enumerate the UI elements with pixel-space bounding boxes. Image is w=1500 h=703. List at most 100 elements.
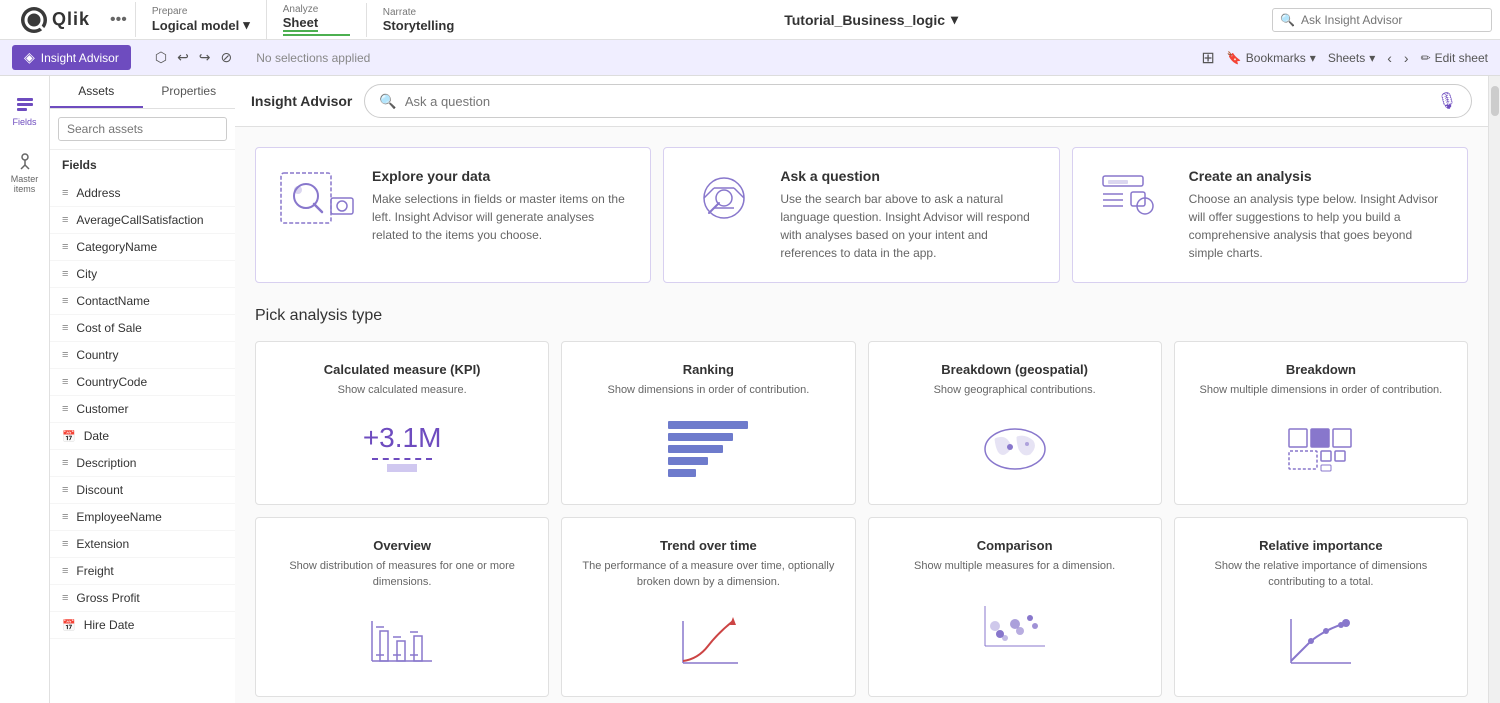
analysis-kpi[interactable]: Calculated measure (KPI) Show calculated…	[255, 341, 549, 505]
field-item-name: Description	[76, 456, 136, 470]
ranking-bar-2	[668, 433, 733, 441]
qlik-logo: Qlik	[8, 6, 102, 34]
text-field-icon: ≡	[62, 565, 68, 577]
field-item-name: Freight	[76, 564, 113, 578]
nav-analyze[interactable]: Analyze Sheet	[266, 0, 366, 40]
text-field-icon: ≡	[62, 268, 68, 280]
field-item[interactable]: ≡CategoryName	[50, 234, 235, 261]
create-analysis-card: Create an analysis Choose an analysis ty…	[1072, 147, 1468, 283]
no-selections-text: No selections applied	[256, 51, 370, 65]
field-item-name: Customer	[76, 402, 128, 416]
search-bar-icon: 🔍	[379, 93, 396, 110]
kpi-value: +3.1M	[363, 422, 442, 454]
selection-back-icon[interactable]: ⬡	[155, 49, 167, 66]
text-field-icon: ≡	[62, 511, 68, 523]
search-assets-input[interactable]	[58, 117, 227, 141]
field-item-name: Country	[76, 348, 118, 362]
properties-tab[interactable]: Properties	[143, 76, 236, 108]
field-item[interactable]: ≡Country	[50, 342, 235, 369]
mic-icon[interactable]: 🎙	[1437, 91, 1457, 111]
insight-header: Insight Advisor 🔍 🎙	[235, 76, 1488, 127]
analysis-trend[interactable]: Trend over time The performance of a mea…	[561, 517, 855, 697]
field-item-name: Address	[76, 186, 120, 200]
field-item[interactable]: ≡City	[50, 261, 235, 288]
field-item[interactable]: 📅Date	[50, 423, 235, 450]
app-title-dropdown-icon[interactable]: ▾	[951, 11, 958, 28]
bookmarks-dropdown-icon: ▾	[1310, 51, 1316, 65]
field-item[interactable]: ≡Cost of Sale	[50, 315, 235, 342]
bookmarks-button[interactable]: 🔖 Bookmarks ▾	[1227, 51, 1316, 65]
geo-desc: Show geographical contributions.	[885, 383, 1145, 398]
nav-narrate[interactable]: Narrate Storytelling	[366, 3, 471, 37]
breakdown-visual	[1191, 414, 1451, 484]
sheets-dropdown-icon: ▾	[1369, 51, 1375, 65]
text-field-icon: ≡	[62, 241, 68, 253]
ranking-bar-4	[668, 457, 708, 465]
field-item-name: AverageCallSatisfaction	[76, 213, 203, 227]
field-item[interactable]: ≡ EmployeeName	[50, 504, 235, 531]
create-desc: Choose an analysis type below. Insight A…	[1189, 190, 1447, 262]
field-item[interactable]: ≡Extension	[50, 531, 235, 558]
field-item-name: EmployeeName	[76, 510, 161, 524]
master-items-nav-item[interactable]: Master items	[0, 141, 50, 204]
ask-question-input[interactable]	[405, 94, 1429, 109]
redo-icon[interactable]: ↪	[199, 49, 211, 66]
sheets-button[interactable]: Sheets ▾	[1328, 51, 1375, 65]
field-item[interactable]: ≡Discount	[50, 477, 235, 504]
prev-sheet-icon[interactable]: ‹	[1387, 50, 1392, 66]
comparison-visual	[885, 591, 1145, 661]
overview-desc: Show distribution of measures for one or…	[272, 559, 532, 590]
analysis-overview[interactable]: Overview Show distribution of measures f…	[255, 517, 549, 697]
ranking-title: Ranking	[578, 362, 838, 377]
fields-header: Fields	[50, 150, 235, 180]
relative-svg	[1281, 611, 1361, 671]
nav-dots[interactable]: •••	[102, 11, 135, 29]
search-advisor-input[interactable]	[1272, 8, 1492, 32]
field-item[interactable]: ≡Gross Profit	[50, 585, 235, 612]
analysis-geo[interactable]: Breakdown (geospatial) Show geographical…	[868, 341, 1162, 505]
overview-svg	[362, 611, 442, 671]
nav-narrate-value: Storytelling	[383, 18, 455, 33]
fields-nav-item[interactable]: Fields	[0, 84, 50, 137]
analysis-breakdown[interactable]: Breakdown Show multiple dimensions in or…	[1174, 341, 1468, 505]
field-item-name: ContactName	[76, 294, 149, 308]
undo-icon[interactable]: ↩	[177, 49, 189, 66]
analysis-relative[interactable]: Relative importance Show the relative im…	[1174, 517, 1468, 697]
main-layout: Fields Master items Assets Properties	[0, 76, 1500, 703]
ask-title: Ask a question	[780, 168, 1038, 184]
assets-tab[interactable]: Assets	[50, 76, 143, 108]
toolbar: ◈ Insight Advisor ⬡ ↩ ↪ ⊘ No selections …	[0, 40, 1500, 76]
field-item-name: Discount	[76, 483, 123, 497]
field-item[interactable]: ≡Description	[50, 450, 235, 477]
nav-prepare[interactable]: Prepare Logical model ▾	[135, 2, 266, 37]
field-item[interactable]: ≡Customer	[50, 396, 235, 423]
field-item[interactable]: ≡AverageCallSatisfaction	[50, 207, 235, 234]
ask-desc: Use the search bar above to ask a natura…	[780, 190, 1038, 262]
explore-card-text: Explore your data Make selections in fie…	[372, 168, 630, 244]
right-scrollbar[interactable]	[1488, 76, 1500, 703]
analysis-ranking[interactable]: Ranking Show dimensions in order of cont…	[561, 341, 855, 505]
date-field-icon: 📅	[62, 430, 76, 443]
next-sheet-icon[interactable]: ›	[1404, 50, 1409, 66]
explore-title: Explore your data	[372, 168, 630, 184]
field-item[interactable]: ≡CountryCode	[50, 369, 235, 396]
field-item[interactable]: ≡Address	[50, 180, 235, 207]
field-item[interactable]: ≡ContactName	[50, 288, 235, 315]
insight-advisor-icon: ◈	[24, 49, 35, 66]
edit-sheet-button[interactable]: ✏ Edit sheet	[1421, 51, 1488, 65]
clear-selections-icon[interactable]: ⊘	[221, 49, 233, 66]
ask-question-bar: 🔍 🎙	[364, 84, 1472, 118]
field-item[interactable]: ≡ Freight	[50, 558, 235, 585]
insight-advisor-button[interactable]: ◈ Insight Advisor	[12, 45, 131, 70]
analysis-comparison[interactable]: Comparison Show multiple measures for a …	[868, 517, 1162, 697]
kpi-title: Calculated measure (KPI)	[272, 362, 532, 377]
feature-cards-row: Explore your data Make selections in fie…	[255, 147, 1468, 283]
explore-data-card: Explore your data Make selections in fie…	[255, 147, 651, 283]
grid-view-icon[interactable]: ⊞	[1201, 48, 1214, 68]
content-area: Insight Advisor 🔍 🎙	[235, 76, 1488, 703]
field-item[interactable]: 📅Hire Date	[50, 612, 235, 639]
comparison-svg	[975, 596, 1055, 656]
pick-analysis-title: Pick analysis type	[255, 307, 1468, 325]
scrollbar-thumb[interactable]	[1491, 86, 1499, 116]
relative-title: Relative importance	[1191, 538, 1451, 553]
